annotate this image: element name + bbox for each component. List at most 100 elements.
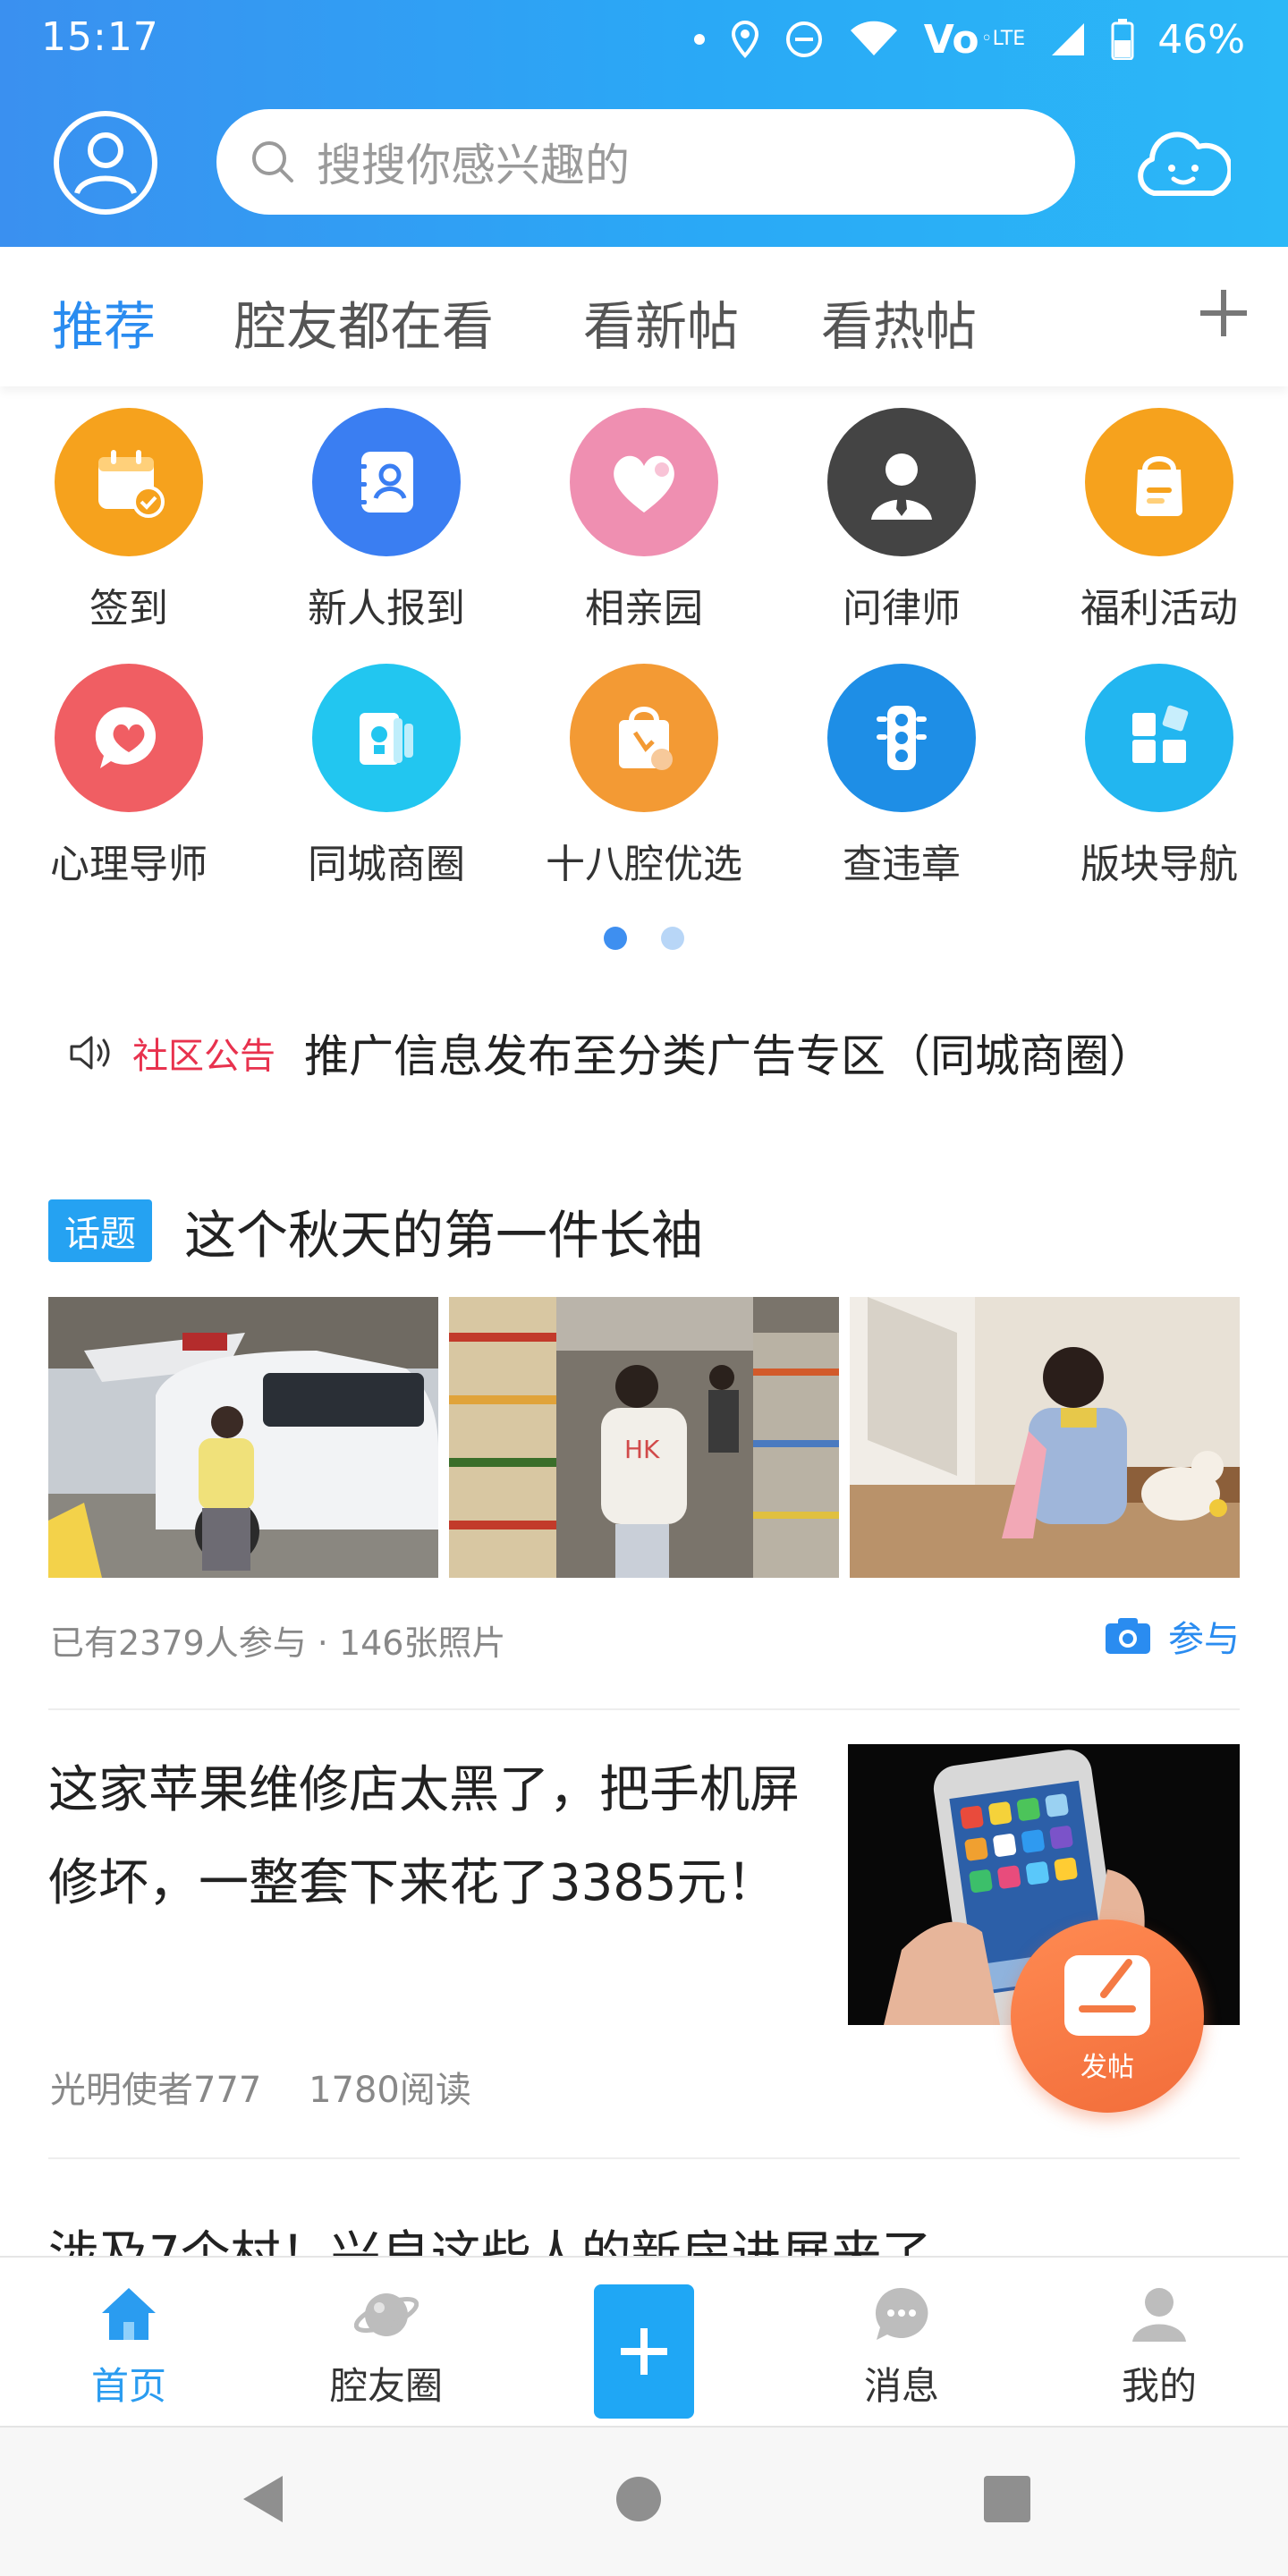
add-icon	[621, 2328, 667, 2375]
tab-hot-posts[interactable]: 看热帖	[821, 284, 977, 360]
shopping-bag-icon	[570, 664, 718, 812]
blocks-icon	[1085, 664, 1233, 812]
back-triangle-icon	[243, 2476, 283, 2522]
gift-tag-icon	[1085, 408, 1233, 556]
home-system-button[interactable]	[614, 2472, 664, 2529]
nav-label: 消息	[863, 2364, 939, 2408]
fab-label: 发帖	[1080, 2052, 1134, 2083]
grid-label: 相亲园	[585, 586, 703, 631]
speaker-icon	[70, 1036, 110, 1070]
edit-note-icon	[1064, 1955, 1150, 2036]
topic-photo-strip: HK	[48, 1297, 1240, 1578]
grid-label: 同城商圈	[308, 842, 465, 887]
plus-icon	[1200, 290, 1247, 336]
nav-label: 腔友圈	[329, 2364, 443, 2408]
app-header: 15:17 Vo ◦LTE 46% 搜搜你感兴趣的	[0, 0, 1288, 247]
nav-home[interactable]: 首页	[0, 2283, 258, 2411]
grid-item-dating[interactable]: 相亲园	[515, 408, 773, 633]
topic-badge: 话题	[48, 1199, 152, 1262]
nav-friend-circle[interactable]: 腔友圈	[258, 2283, 515, 2411]
grid-item-selected-goods[interactable]: 十八腔优选	[515, 664, 773, 889]
tab-recommend[interactable]: 推荐	[52, 284, 156, 360]
battery-icon	[1111, 19, 1134, 60]
join-topic-button[interactable]: 参与	[1104, 1610, 1240, 1662]
article-author[interactable]: 光明使者777	[50, 2070, 261, 2111]
user-avatar-icon	[54, 111, 157, 215]
wifi-icon	[847, 20, 901, 59]
article-reads: 1780阅读	[309, 2070, 471, 2111]
battery-percent: 46%	[1157, 16, 1245, 63]
traffic-light-icon	[827, 664, 976, 812]
topic-stats: 已有2379人参与 · 146张照片	[50, 1623, 506, 1663]
grid-label: 查违章	[843, 842, 961, 887]
back-button[interactable]	[238, 2472, 288, 2529]
category-tab-bar: 推荐 腔友都在看 看新帖 看热帖	[0, 247, 1288, 386]
grid-label: 十八腔优选	[546, 842, 742, 887]
grid-label: 心理导师	[50, 842, 208, 887]
topic-photo[interactable]: HK	[449, 1297, 839, 1578]
search-placeholder: 搜搜你感兴趣的	[317, 140, 630, 191]
do-not-disturb-icon	[784, 20, 824, 59]
profile-icon	[1132, 2288, 1186, 2342]
divider	[48, 1708, 1240, 1710]
tab-new-posts[interactable]: 看新帖	[583, 284, 739, 360]
status-time: 15:17	[41, 14, 159, 60]
notice-text: 推广信息发布至分类广告专区（同城商圈）	[304, 1030, 1154, 1082]
grid-label: 新人报到	[308, 586, 465, 631]
notification-dot-icon	[693, 33, 706, 46]
topic-photo[interactable]	[48, 1297, 438, 1578]
grid-label: 问律师	[843, 586, 961, 631]
cards-icon	[312, 664, 461, 812]
smiling-cloud-icon	[1138, 131, 1233, 196]
message-icon	[875, 2287, 928, 2340]
status-bar: 15:17 Vo ◦LTE 46%	[0, 0, 1288, 80]
location-icon	[729, 20, 761, 59]
topic-title: 这个秋天的第一件长袖	[184, 1205, 704, 1266]
join-label: 参与	[1168, 1619, 1240, 1660]
divider	[48, 2157, 1240, 2159]
cloud-assistant-button[interactable]	[1132, 123, 1233, 204]
heart-chat-icon	[55, 664, 203, 812]
grid-item-local-business[interactable]: 同城商圈	[258, 664, 515, 889]
topic-photo[interactable]	[850, 1297, 1240, 1578]
page-indicator	[0, 927, 1288, 950]
grid-item-traffic-violations[interactable]: 查违章	[773, 664, 1030, 889]
planet-icon	[353, 2293, 419, 2336]
article-meta: 光明使者777 1780阅读	[50, 2061, 471, 2113]
grid-item-counselor[interactable]: 心理导师	[0, 664, 258, 889]
status-icons: Vo ◦LTE 46%	[693, 13, 1245, 66]
page-dot-active[interactable]	[604, 927, 627, 950]
grid-item-section-nav[interactable]: 版块导航	[1030, 664, 1288, 889]
page-dot[interactable]	[661, 927, 684, 950]
lawyer-icon	[827, 408, 976, 556]
avatar-button[interactable]	[52, 109, 159, 216]
bottom-navigation: 首页 腔友圈 消息 我的	[0, 2256, 1288, 2426]
community-notice[interactable]: 社区公告 推广信息发布至分类广告专区（同城商圈）	[68, 1021, 1154, 1084]
search-bar[interactable]: 搜搜你感兴趣的	[216, 109, 1075, 215]
recents-button[interactable]	[982, 2472, 1032, 2529]
signal-icon	[1048, 20, 1088, 59]
grid-label: 签到	[89, 586, 168, 631]
add-tab-button[interactable]	[1195, 284, 1252, 342]
nav-label: 我的	[1121, 2364, 1197, 2408]
grid-item-newcomer[interactable]: 新人报到	[258, 408, 515, 633]
nav-messages[interactable]: 消息	[773, 2283, 1030, 2411]
home-circle-icon	[616, 2477, 661, 2521]
grid-item-benefits[interactable]: 福利活动	[1030, 408, 1288, 633]
heart-icon	[570, 408, 718, 556]
search-icon	[252, 141, 293, 182]
nav-profile[interactable]: 我的	[1030, 2283, 1288, 2411]
tab-friends-watching[interactable]: 腔友都在看	[234, 284, 494, 360]
nav-add-button[interactable]	[594, 2284, 694, 2419]
create-post-button[interactable]: 发帖	[1011, 1919, 1204, 2113]
grid-item-checkin[interactable]: 签到	[0, 408, 258, 633]
home-icon	[102, 2288, 156, 2340]
grid-item-lawyer[interactable]: 问律师	[773, 408, 1030, 633]
article-title[interactable]: 这家苹果维修店太黑了，把手机屏修坏，一整套下来花了3385元！	[48, 1744, 818, 1930]
system-navigation-bar	[0, 2426, 1288, 2576]
topic-header[interactable]: 话题 这个秋天的第一件长袖	[48, 1193, 703, 1268]
volte-indicator: Vo ◦LTE	[923, 16, 1026, 63]
grid-label: 版块导航	[1080, 842, 1238, 887]
nav-label: 首页	[90, 2364, 166, 2408]
calendar-check-icon	[55, 408, 203, 556]
